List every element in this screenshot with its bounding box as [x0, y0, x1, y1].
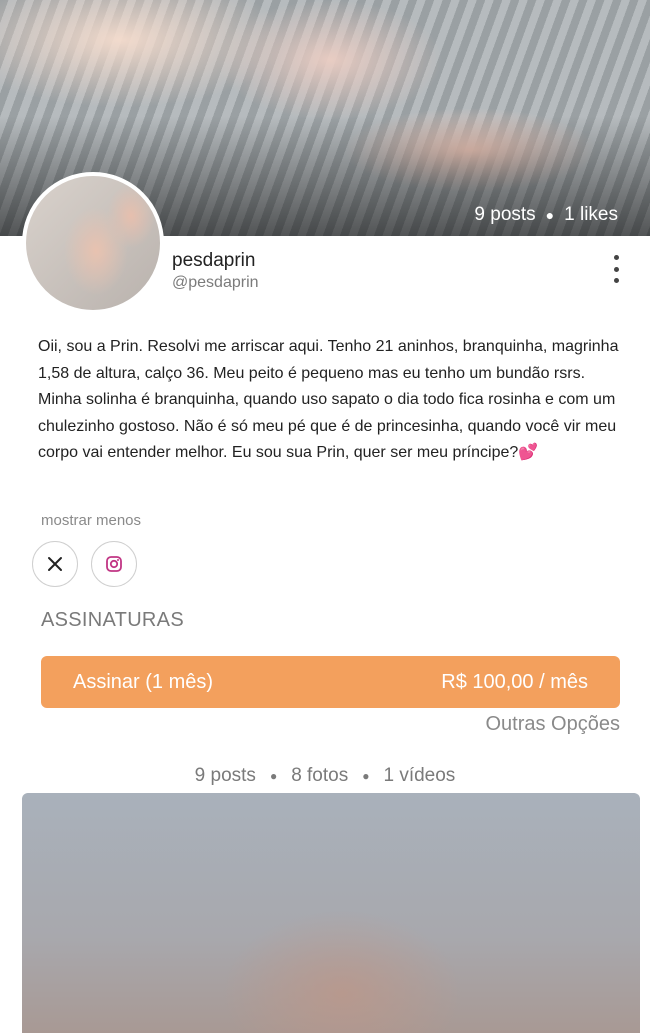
- subscribe-button[interactable]: Assinar (1 mês) R$ 100,00 / mês: [41, 656, 620, 708]
- other-options-link[interactable]: Outras Opções: [485, 713, 620, 736]
- separator-dot: ●: [269, 769, 278, 783]
- subscribe-price: R$ 100,00 / mês: [441, 670, 588, 693]
- more-options-icon[interactable]: [610, 255, 622, 283]
- separator-dot: ●: [545, 207, 555, 223]
- subscribe-label: Assinar (1 mês): [73, 670, 214, 693]
- instagram-icon: [106, 556, 122, 572]
- posts-count: 9 posts: [474, 204, 536, 225]
- x-logo-icon: [48, 557, 62, 571]
- avatar[interactable]: [22, 172, 164, 314]
- x-social-button[interactable]: [32, 541, 78, 587]
- likes-count: 1 likes: [564, 204, 618, 225]
- separator-dot: ●: [362, 769, 370, 783]
- content-counts: 9 posts ● 8 fotos ● 1 vídeos: [0, 765, 650, 787]
- profile-bio: Oii, sou a Prin. Resolvi me arriscar aqu…: [38, 338, 619, 461]
- content-videos-count: 1 vídeos: [383, 765, 456, 786]
- instagram-social-button[interactable]: [91, 541, 137, 587]
- show-less-link[interactable]: mostrar menos: [41, 512, 141, 529]
- content-posts-count: 9 posts: [194, 765, 256, 786]
- profile-name: pesdaprin: [172, 250, 256, 271]
- cover-stats: 9 posts ● 1 likes: [474, 204, 618, 226]
- subscriptions-title: ASSINATURAS: [41, 609, 184, 631]
- blurred-post-preview[interactable]: [22, 793, 640, 1033]
- content-photos-count: 8 fotos: [291, 765, 349, 786]
- profile-handle: @pesdaprin: [172, 274, 259, 291]
